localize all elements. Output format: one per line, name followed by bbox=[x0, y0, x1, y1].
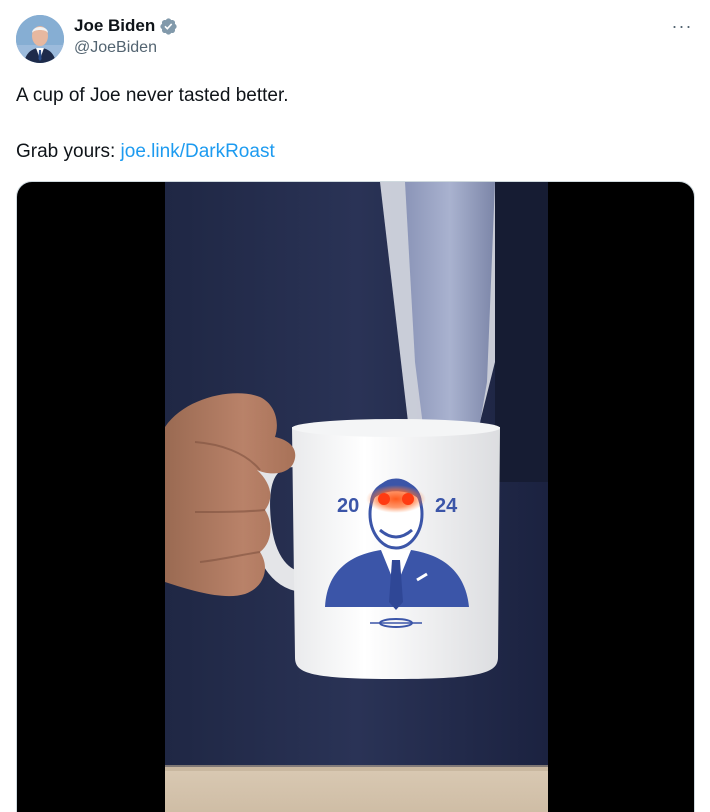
display-name[interactable]: Joe Biden bbox=[74, 16, 155, 36]
avatar[interactable] bbox=[16, 15, 64, 63]
tweet-text-line2: Grab yours: joe.link/DarkRoast bbox=[16, 138, 696, 166]
tweet-text: A cup of Joe never tasted better. Grab y… bbox=[16, 82, 696, 166]
video-player[interactable]: 20 24 bbox=[16, 181, 695, 812]
tweet-card: Joe Biden @JoeBiden ··· A cup of Joe nev… bbox=[0, 0, 710, 812]
name-row: Joe Biden bbox=[74, 14, 178, 38]
author-block: Joe Biden @JoeBiden bbox=[74, 14, 178, 57]
profile-photo-icon bbox=[16, 15, 64, 63]
more-options-button[interactable]: ··· bbox=[668, 14, 696, 38]
tweet-text-line1: A cup of Joe never tasted better. bbox=[16, 85, 289, 106]
video-still-image: 20 24 bbox=[165, 182, 548, 812]
more-icon: ··· bbox=[671, 15, 693, 36]
mug-text-left: 20 bbox=[337, 495, 359, 517]
handle[interactable]: @JoeBiden bbox=[74, 39, 178, 57]
tweet-text-prefix: Grab yours: bbox=[16, 141, 121, 162]
video-frame: 20 24 bbox=[165, 182, 548, 812]
verified-badge-icon[interactable] bbox=[159, 17, 178, 36]
mug-text-right: 24 bbox=[435, 495, 458, 517]
tweet-link[interactable]: joe.link/DarkRoast bbox=[121, 141, 275, 162]
